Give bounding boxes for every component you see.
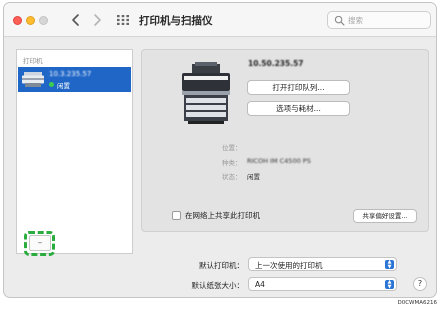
open-print-queue-button[interactable]: 打开打印队列... (247, 80, 350, 95)
grid-icon[interactable] (116, 14, 130, 26)
magnifier-icon (334, 15, 345, 26)
default-paper-size-select[interactable]: A4 ▲ ▼ (248, 277, 397, 291)
figure-code: D0CWMA6216 (397, 300, 437, 306)
location-label: 位置： (222, 144, 242, 152)
status-value: 闲置 (247, 173, 260, 181)
zoom-button-icon[interactable] (39, 16, 48, 25)
up-down-chevron-icon: ▲ ▼ (385, 260, 394, 269)
printer-list-item[interactable]: 10.3.235.57 闲置 (18, 67, 131, 92)
up-down-chevron-icon: ▲ ▼ (385, 280, 394, 289)
default-printer-value: 上一次使用的打印机 (255, 261, 323, 270)
status-dot-icon (49, 82, 54, 87)
callout-highlight (24, 231, 55, 256)
default-printer-select[interactable]: 上一次使用的打印机 ▲ ▼ (248, 257, 397, 271)
printer-icon (182, 62, 230, 124)
printer-list: 打印机 10.3.235.57 闲置 (16, 49, 133, 254)
help-button[interactable]: ? (413, 277, 427, 291)
sharing-preferences-button[interactable]: 共享偏好设置... (353, 209, 417, 223)
default-paper-size-label: 默认纸张大小： (191, 281, 245, 290)
minimize-button-icon[interactable] (26, 16, 35, 25)
window-title: 打印机与扫描仪 (139, 15, 213, 27)
title-bar: 打印机与扫描仪 (4, 3, 436, 37)
search-field[interactable] (327, 11, 431, 29)
printers-and-scanners-window: 打印机与扫描仪 打印机 10.3.235.57 闲置 – (3, 2, 437, 298)
printer-list-item-name: 10.3.235.57 (49, 70, 92, 78)
printer-name: 10.50.235.57 (248, 59, 304, 68)
close-button-icon[interactable] (13, 16, 22, 25)
printer-icon (22, 72, 44, 87)
chevron-left-icon[interactable] (68, 12, 84, 28)
kind-value: RICOH IM C4500 PS (247, 157, 311, 165)
default-paper-size-value: A4 (255, 280, 265, 289)
kind-label: 种类： (222, 159, 242, 167)
options-supplies-button[interactable]: 选项与耗材... (247, 101, 350, 116)
status-label: 状态： (222, 173, 242, 181)
search-input[interactable] (348, 14, 426, 26)
chevron-right-icon[interactable] (89, 12, 105, 28)
printer-list-header: 打印机 (23, 57, 43, 65)
share-printer-label: 在网络上共享此打印机 (185, 211, 260, 220)
printer-detail-panel: 10.50.235.57 打开打印队列... 选项与耗材... 位置： 种类： … (141, 49, 429, 232)
share-printer-checkbox[interactable] (172, 211, 181, 220)
default-printer-label: 默认打印机： (199, 261, 244, 270)
printer-list-item-status: 闲置 (57, 81, 70, 90)
